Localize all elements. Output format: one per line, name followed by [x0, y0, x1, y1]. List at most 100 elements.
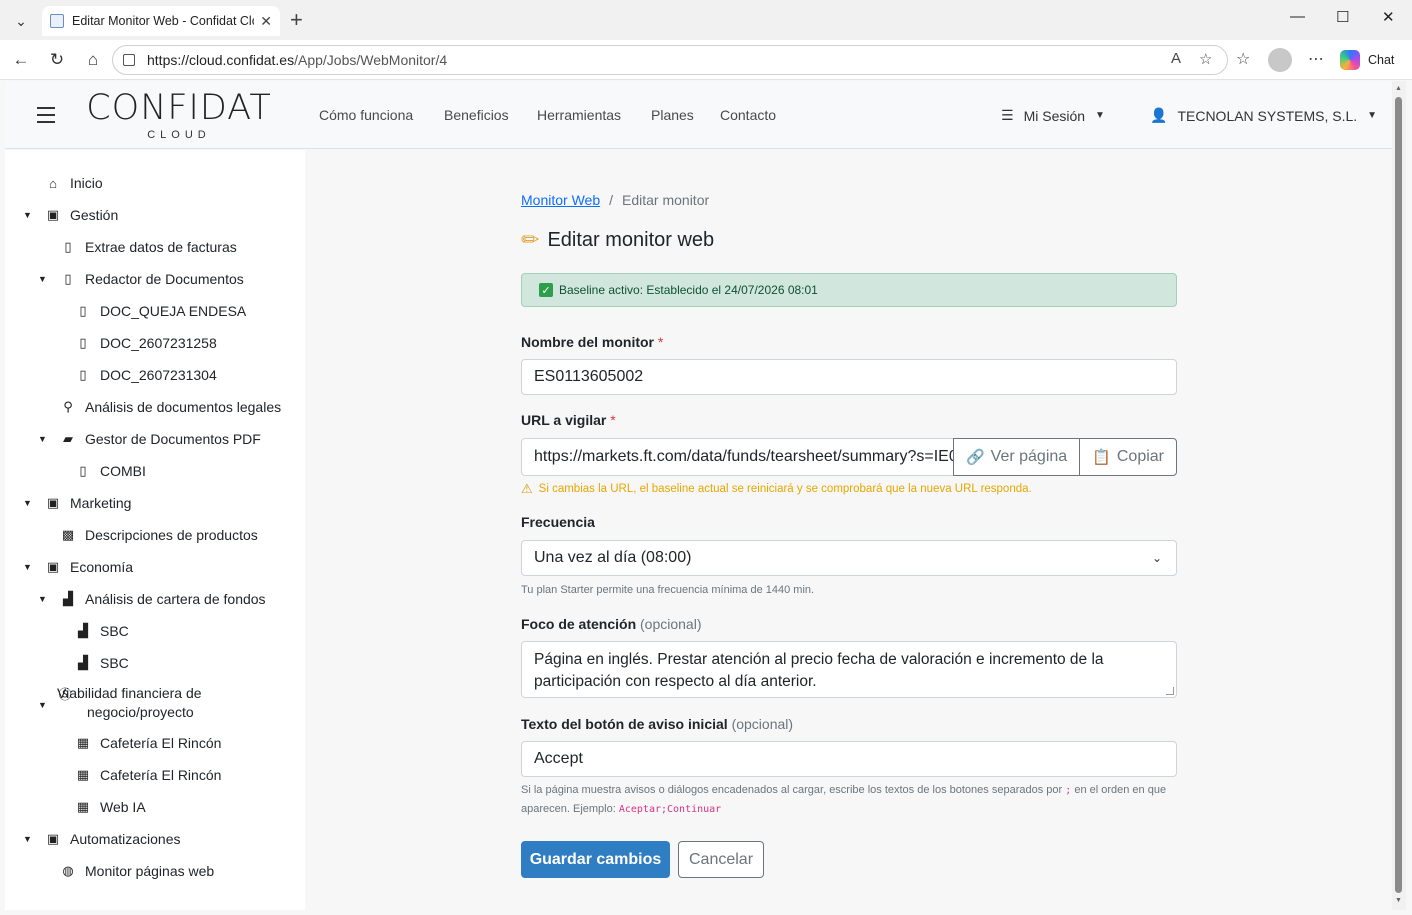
nav-planes[interactable]: Planes — [651, 107, 694, 123]
file-icon: ▯ — [79, 463, 87, 478]
sidebar-item-gestion[interactable]: ▼ ▣ Gestión — [23, 205, 118, 225]
copy-url-button[interactable]: 📋 Copiar — [1079, 438, 1177, 476]
sidebar-item-sbc-2[interactable]: ▟ SBC — [75, 653, 129, 673]
hamburger-menu-icon[interactable] — [37, 107, 55, 123]
session-label: Mi Sesión — [1023, 107, 1086, 124]
resize-grip-icon[interactable] — [1166, 687, 1174, 695]
caret-down-icon[interactable]: ▼ — [23, 498, 32, 508]
company-menu[interactable]: 👤 TECNOLAN SYSTEMS, S.L. ▼ — [1150, 107, 1377, 124]
sidebar-item-gestor-pdf[interactable]: ▼ ▰ Gestor de Documentos PDF — [38, 429, 261, 449]
chevron-down-icon: ⌄ — [1151, 551, 1162, 565]
more-menu-icon[interactable]: ⋯ — [1308, 49, 1324, 69]
brand-logo[interactable]: CONFIDAT CLOUD — [81, 89, 277, 141]
file-icon: ▯ — [79, 335, 87, 350]
scrollbar-thumb[interactable] — [1395, 97, 1402, 893]
url-input[interactable]: https://markets.ft.com/data/funds/tearsh… — [521, 438, 954, 476]
nav-herramientas[interactable]: Herramientas — [537, 107, 621, 123]
sidebar-item-sbc-1[interactable]: ▟ SBC — [75, 621, 129, 641]
save-button[interactable]: Guardar cambios — [521, 841, 670, 878]
back-arrow-icon[interactable]: ← — [9, 48, 33, 72]
reload-icon[interactable]: ↻ — [45, 48, 69, 72]
focus-textarea[interactable]: Página en inglés. Prestar atención al pr… — [521, 641, 1177, 698]
browser-tab-active[interactable]: Editar Monitor Web - Confidat Clo ✕ — [42, 6, 280, 36]
page-title: ✏ Editar monitor web — [521, 227, 715, 252]
url-warning: ⚠ Si cambias la URL, el baseline actual … — [521, 481, 1032, 496]
site-header: CONFIDAT CLOUD Cómo funciona Beneficios … — [5, 81, 1392, 149]
sidebar-item-extrae-datos[interactable]: ▯ Extrae datos de facturas — [60, 237, 236, 257]
sidebar-item-redactor[interactable]: ▼ ▯ Redactor de Documentos — [38, 269, 244, 289]
sidebar-item-web-ia[interactable]: ▦ Web IA — [75, 797, 146, 817]
sidebar-item-combi[interactable]: ▯ COMBI — [75, 461, 145, 481]
session-list-icon: ☰ — [1001, 107, 1014, 123]
url-label: URL a vigilar * — [521, 412, 616, 428]
scroll-up-icon[interactable]: ▲ — [1395, 85, 1402, 92]
brand-name: CONFIDAT — [86, 88, 272, 128]
sidebar-item-monitor-paginas[interactable]: ◍ Monitor páginas web — [60, 861, 214, 881]
sidebar-item-descripciones[interactable]: ▩ Descripciones de productos — [60, 525, 258, 545]
sidebar-item-cafeteria-2[interactable]: ▦ Cafetería El Rincón — [75, 765, 222, 785]
maximize-icon[interactable]: ☐ — [1336, 8, 1349, 26]
page-scrollbar[interactable]: ▲ ▼ — [1392, 81, 1406, 910]
address-bar[interactable]: https://cloud.confidat.es/App/Jobs/WebMo… — [112, 45, 1228, 75]
caret-down-icon[interactable]: ▼ — [38, 434, 47, 444]
breadcrumb-link-monitor-web[interactable]: Monitor Web — [521, 192, 600, 208]
breadcrumb-current: Editar monitor — [622, 192, 710, 208]
caret-down-icon[interactable]: ▼ — [23, 834, 32, 844]
new-tab-plus-icon[interactable]: + — [290, 8, 303, 32]
tab-list-chevron-icon[interactable]: ⌄ — [8, 8, 34, 34]
nav-contacto[interactable]: Contacto — [720, 107, 776, 123]
nav-como-funciona[interactable]: Cómo funciona — [319, 107, 413, 123]
sidebar-item-automatizaciones[interactable]: ▼ ▣ Automatizaciones — [23, 829, 181, 849]
sidebar-item-doc-queja[interactable]: ▯ DOC_QUEJA ENDESA — [75, 301, 246, 321]
warning-triangle-icon: ⚠ — [521, 481, 533, 496]
window-close-icon[interactable]: ✕ — [1382, 8, 1395, 26]
grid-icon: ▦ — [76, 767, 90, 782]
bar-chart-icon: ▟ — [63, 591, 73, 606]
cancel-button[interactable]: Cancelar — [678, 841, 764, 878]
session-menu[interactable]: ☰ Mi Sesión ▼ — [1001, 107, 1105, 124]
sidebar-item-marketing[interactable]: ▼ ▣ Marketing — [23, 493, 131, 513]
sidebar-item-doc-1258[interactable]: ▯ DOC_2607231258 — [75, 333, 216, 353]
profile-avatar[interactable] — [1268, 48, 1292, 72]
tab-close-icon[interactable]: ✕ — [260, 13, 272, 30]
favorites-list-icon[interactable]: ☆ — [1236, 49, 1250, 69]
sidebar-item-cafeteria-1[interactable]: ▦ Cafetería El Rincón — [75, 733, 222, 753]
sidebar-item-analisis-legales[interactable]: ⚲ Análisis de documentos legales — [60, 397, 281, 417]
caret-down-icon[interactable]: ▼ — [23, 210, 32, 220]
read-aloud-icon[interactable]: A — [1171, 50, 1181, 67]
home-icon[interactable]: ⌂ — [81, 48, 105, 72]
baseline-alert: ✓ Baseline activo: Establecido el 24/07/… — [521, 273, 1177, 307]
sidebar-item-economia[interactable]: ▼ ▣ Economía — [23, 557, 133, 577]
frequency-select[interactable]: Una vez al día (08:00) ⌄ — [521, 540, 1177, 576]
briefcase-icon: ▣ — [46, 495, 60, 510]
file-icon: ▯ — [79, 367, 87, 382]
lock-icon — [123, 54, 135, 66]
caret-down-icon[interactable]: ▼ — [38, 696, 47, 715]
sidebar-item-cartera-fondos[interactable]: ▼ ▟ Análisis de cartera de fondos — [38, 589, 266, 609]
scroll-down-icon[interactable]: ▼ — [1395, 897, 1402, 904]
minimize-icon[interactable]: — — [1290, 8, 1305, 25]
monitor-name-input[interactable]: ES0113605002 — [521, 359, 1177, 395]
nav-beneficios[interactable]: Beneficios — [444, 107, 509, 123]
favorite-star-icon[interactable]: ☆ — [1199, 50, 1212, 68]
file-icon: ▯ — [64, 239, 72, 254]
sidebar-item-doc-1304[interactable]: ▯ DOC_2607231304 — [75, 365, 216, 385]
copilot-chat-button[interactable]: Chat — [1340, 46, 1394, 74]
button-text-input[interactable]: Accept — [521, 741, 1177, 777]
sidebar-item-viabilidad[interactable]: ▼ Viabilidad financiera de negocio/proye… — [38, 684, 257, 724]
check-icon: ✓ — [539, 283, 553, 297]
caret-down-icon[interactable]: ▼ — [38, 594, 47, 604]
sidebar-item-inicio[interactable]: ⌂ Inicio — [45, 173, 103, 193]
button-text-label: Texto del botón de aviso inicial (opcion… — [521, 716, 794, 732]
caret-down-icon[interactable]: ▼ — [38, 274, 47, 284]
grid-icon: ▦ — [76, 735, 90, 750]
browser-toolbar: ← ↻ ⌂ https://cloud.confidat.es/App/Jobs… — [0, 40, 1412, 80]
frequency-help: Tu plan Starter permite una frecuencia m… — [521, 584, 815, 596]
link-icon: 🔗 — [965, 449, 985, 466]
breadcrumb: Monitor Web / Editar monitor — [521, 192, 710, 208]
grid-icon: ▦ — [76, 799, 90, 814]
image-icon: ▩ — [61, 527, 75, 542]
frequency-label: Frecuencia — [521, 514, 595, 530]
caret-down-icon[interactable]: ▼ — [23, 562, 32, 572]
view-page-button[interactable]: 🔗 Ver página — [952, 438, 1081, 476]
